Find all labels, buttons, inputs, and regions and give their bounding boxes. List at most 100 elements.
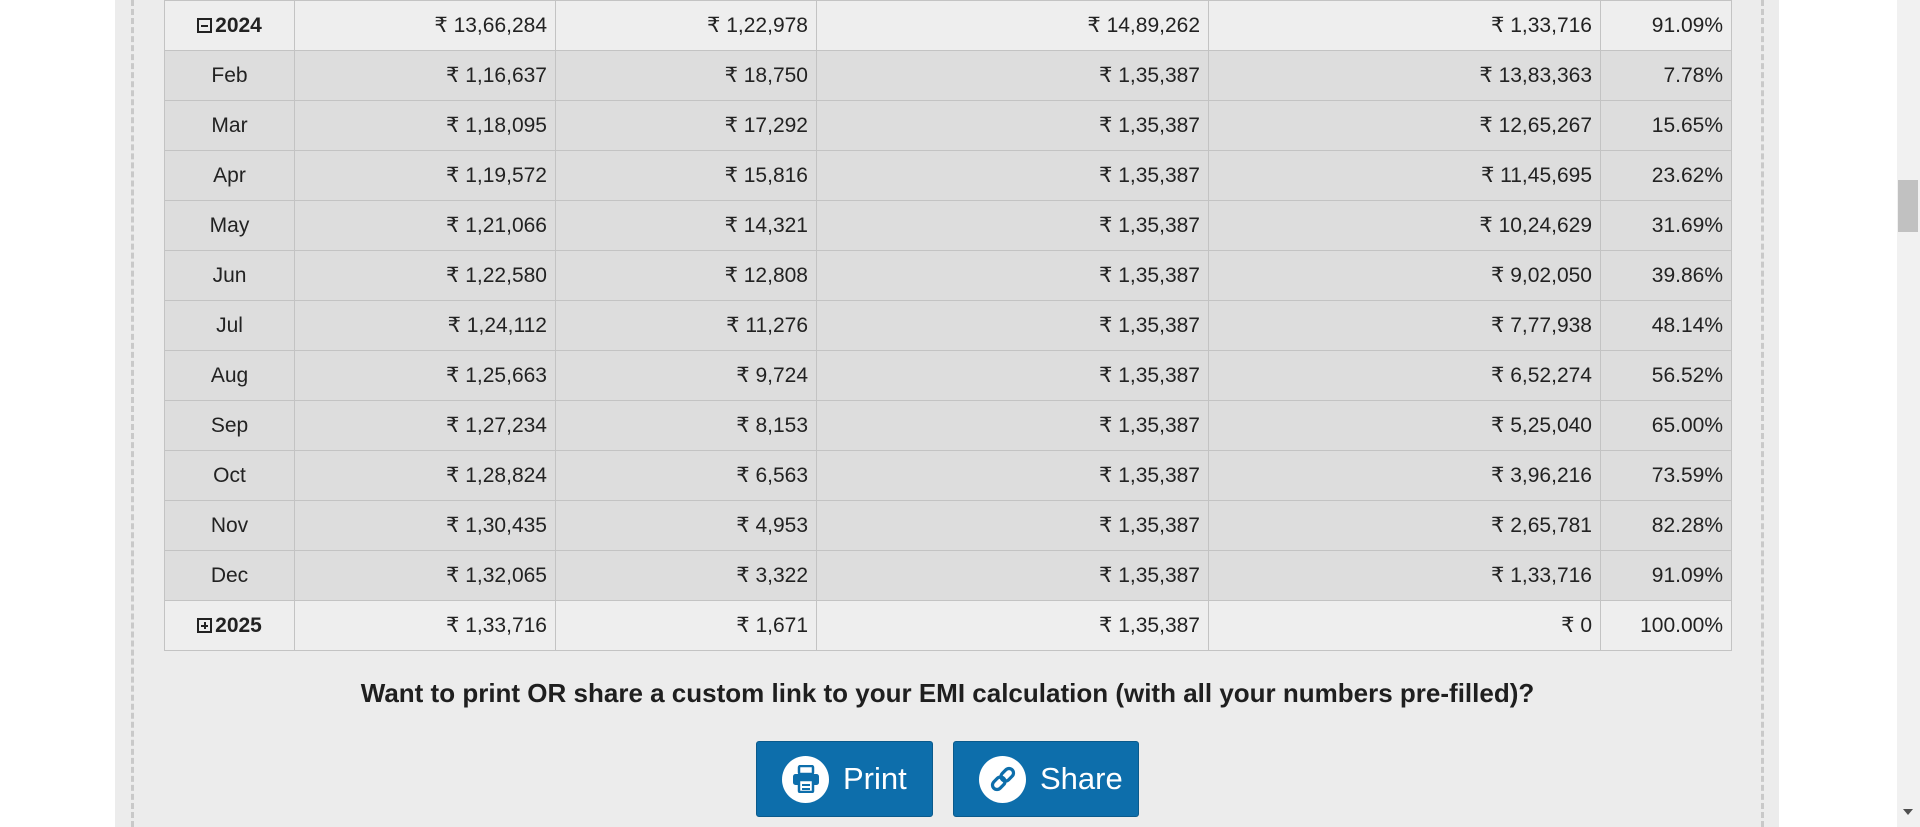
balance-cell: ₹ 1,33,716 [1208, 0, 1601, 51]
principal-cell: ₹ 1,32,065 [294, 550, 556, 601]
loan-paid-cell: 91.09% [1600, 0, 1732, 51]
month-label: Feb [164, 50, 295, 101]
interest-cell: ₹ 14,321 [555, 200, 817, 251]
total-payment-cell: ₹ 1,35,387 [816, 300, 1209, 351]
month-label: Nov [164, 500, 295, 551]
total-payment-cell: ₹ 1,35,387 [816, 400, 1209, 451]
month-label: Jul [164, 300, 295, 351]
interest-cell: ₹ 4,953 [555, 500, 817, 551]
emi-schedule-table-wrapper: 2024 ₹ 13,66,284 ₹ 1,22,978 ₹ 14,89,262 … [164, 0, 1732, 651]
balance-cell: ₹ 9,02,050 [1208, 250, 1601, 301]
month-row: May ₹ 1,21,066 ₹ 14,321 ₹ 1,35,387 ₹ 10,24,6… [164, 200, 1732, 251]
panel-border-left [131, 0, 134, 827]
year-label: 2024 [215, 13, 262, 37]
interest-cell: ₹ 8,153 [555, 400, 817, 451]
scrollbar-thumb[interactable] [1898, 180, 1918, 232]
interest-cell: ₹ 18,750 [555, 50, 817, 101]
month-row: Nov ₹ 1,30,435 ₹ 4,953 ₹ 1,35,387 ₹ 2,65,781… [164, 500, 1732, 551]
total-payment-cell: ₹ 1,35,387 [816, 550, 1209, 601]
month-row: Oct ₹ 1,28,824 ₹ 6,563 ₹ 1,35,387 ₹ 3,96,216… [164, 450, 1732, 501]
principal-cell: ₹ 1,24,112 [294, 300, 556, 351]
balance-cell: ₹ 12,65,267 [1208, 100, 1601, 151]
year-toggle-cell[interactable]: 2025 [164, 600, 295, 651]
year-row-2024[interactable]: 2024 ₹ 13,66,284 ₹ 1,22,978 ₹ 14,89,262 … [164, 0, 1732, 51]
principal-cell: ₹ 1,28,824 [294, 450, 556, 501]
month-row: Apr ₹ 1,19,572 ₹ 15,816 ₹ 1,35,387 ₹ 11,45,6… [164, 150, 1732, 201]
balance-cell: ₹ 6,52,274 [1208, 350, 1601, 401]
loan-paid-cell: 39.86% [1600, 250, 1732, 301]
total-payment-cell: ₹ 1,35,387 [816, 100, 1209, 151]
month-label: Mar [164, 100, 295, 151]
expand-icon[interactable] [197, 617, 213, 633]
balance-cell: ₹ 5,25,040 [1208, 400, 1601, 451]
month-row: Dec ₹ 1,32,065 ₹ 3,322 ₹ 1,35,387 ₹ 1,33,716… [164, 550, 1732, 601]
collapse-icon[interactable] [197, 17, 213, 33]
loan-paid-cell: 23.62% [1600, 150, 1732, 201]
principal-cell: ₹ 1,27,234 [294, 400, 556, 451]
total-payment-cell: ₹ 1,35,387 [816, 450, 1209, 501]
balance-cell: ₹ 3,96,216 [1208, 450, 1601, 501]
principal-cell: ₹ 1,33,716 [294, 600, 556, 651]
principal-cell: ₹ 1,21,066 [294, 200, 556, 251]
balance-cell: ₹ 0 [1208, 600, 1601, 651]
print-button-label: Print [843, 761, 907, 796]
printer-icon [782, 755, 829, 803]
balance-cell: ₹ 13,83,363 [1208, 50, 1601, 101]
loan-paid-cell: 82.28% [1600, 500, 1732, 551]
loan-paid-cell: 15.65% [1600, 100, 1732, 151]
interest-cell: ₹ 17,292 [555, 100, 817, 151]
month-row: Aug ₹ 1,25,663 ₹ 9,724 ₹ 1,35,387 ₹ 6,52,274… [164, 350, 1732, 401]
interest-cell: ₹ 11,276 [555, 300, 817, 351]
principal-cell: ₹ 13,66,284 [294, 0, 556, 51]
emi-schedule-table: 2024 ₹ 13,66,284 ₹ 1,22,978 ₹ 14,89,262 … [164, 0, 1732, 651]
loan-paid-cell: 31.69% [1600, 200, 1732, 251]
share-button[interactable]: Share [953, 741, 1139, 817]
interest-cell: ₹ 9,724 [555, 350, 817, 401]
panel-border-right [1761, 0, 1764, 827]
month-label: May [164, 200, 295, 251]
total-payment-cell: ₹ 1,35,387 [816, 50, 1209, 101]
interest-cell: ₹ 3,322 [555, 550, 817, 601]
balance-cell: ₹ 2,65,781 [1208, 500, 1601, 551]
month-label: Dec [164, 550, 295, 601]
principal-cell: ₹ 1,22,580 [294, 250, 556, 301]
principal-cell: ₹ 1,16,637 [294, 50, 556, 101]
total-payment-cell: ₹ 1,35,387 [816, 200, 1209, 251]
balance-cell: ₹ 10,24,629 [1208, 200, 1601, 251]
scroll-down-arrow-icon[interactable] [1903, 809, 1913, 815]
balance-cell: ₹ 7,77,938 [1208, 300, 1601, 351]
year-row-2025[interactable]: 2025 ₹ 1,33,716 ₹ 1,671 ₹ 1,35,387 ₹ 0 1… [164, 600, 1732, 651]
loan-paid-cell: 48.14% [1600, 300, 1732, 351]
vertical-scrollbar[interactable] [1897, 0, 1920, 827]
principal-cell: ₹ 1,25,663 [294, 350, 556, 401]
page: 2024 ₹ 13,66,284 ₹ 1,22,978 ₹ 14,89,262 … [0, 0, 1920, 827]
share-prompt-text: Want to print OR share a custom link to … [360, 678, 1535, 708]
total-payment-cell: ₹ 14,89,262 [816, 0, 1209, 51]
loan-paid-cell: 91.09% [1600, 550, 1732, 601]
balance-cell: ₹ 1,33,716 [1208, 550, 1601, 601]
month-label: Oct [164, 450, 295, 501]
loan-paid-cell: 56.52% [1600, 350, 1732, 401]
month-row: Feb ₹ 1,16,637 ₹ 18,750 ₹ 1,35,387 ₹ 13,83,3… [164, 50, 1732, 101]
month-row: Sep ₹ 1,27,234 ₹ 8,153 ₹ 1,35,387 ₹ 5,25,040… [164, 400, 1732, 451]
month-row: Mar ₹ 1,18,095 ₹ 17,292 ₹ 1,35,387 ₹ 12,65,2… [164, 100, 1732, 151]
link-icon [979, 755, 1026, 803]
month-label: Apr [164, 150, 295, 201]
loan-paid-cell: 65.00% [1600, 400, 1732, 451]
total-payment-cell: ₹ 1,35,387 [816, 250, 1209, 301]
year-label: 2025 [215, 613, 262, 637]
total-payment-cell: ₹ 1,35,387 [816, 500, 1209, 551]
loan-paid-cell: 73.59% [1600, 450, 1732, 501]
year-toggle-cell[interactable]: 2024 [164, 0, 295, 51]
principal-cell: ₹ 1,30,435 [294, 500, 556, 551]
total-payment-cell: ₹ 1,35,387 [816, 600, 1209, 651]
month-label: Aug [164, 350, 295, 401]
principal-cell: ₹ 1,19,572 [294, 150, 556, 201]
interest-cell: ₹ 1,671 [555, 600, 817, 651]
month-label: Sep [164, 400, 295, 451]
month-row: Jun ₹ 1,22,580 ₹ 12,808 ₹ 1,35,387 ₹ 9,02,05… [164, 250, 1732, 301]
interest-cell: ₹ 6,563 [555, 450, 817, 501]
share-button-label: Share [1040, 761, 1123, 796]
loan-paid-cell: 7.78% [1600, 50, 1732, 101]
print-button[interactable]: Print [756, 741, 933, 817]
